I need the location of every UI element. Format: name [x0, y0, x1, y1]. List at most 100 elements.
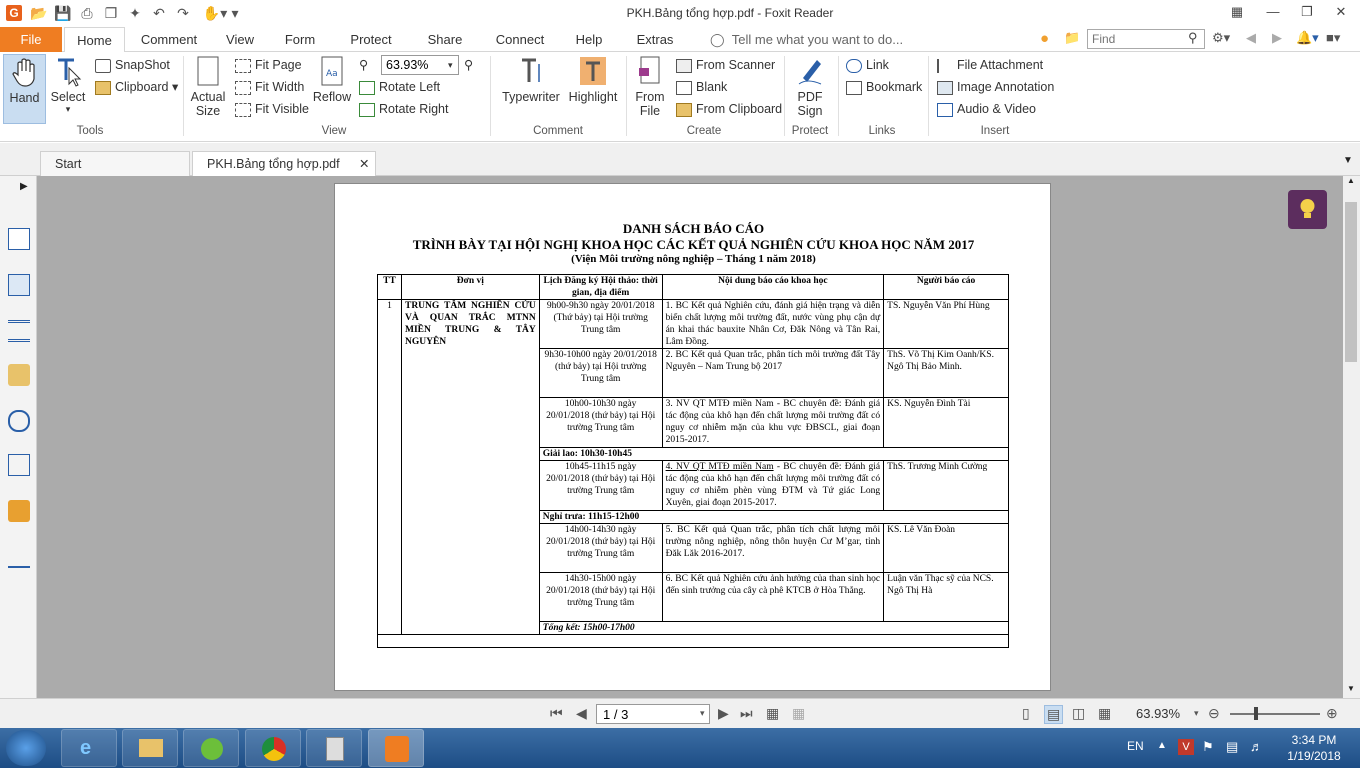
zoom-out-icon[interactable]: ⊖ — [1208, 705, 1220, 722]
fit-page-button[interactable]: Fit Page — [235, 55, 302, 75]
continuous-page-icon[interactable]: ▤ — [1044, 705, 1064, 724]
tab-current-document[interactable]: PKH.Bảng tổng hợp.pdf ✕ — [192, 151, 376, 176]
scroll-up-icon[interactable]: ▲ — [1347, 176, 1355, 185]
smile-icon[interactable]: ● — [1040, 30, 1049, 47]
link-button[interactable]: Link — [846, 55, 889, 75]
gear-icon[interactable]: ⚙▾ — [1212, 30, 1230, 46]
from-clipboard-button[interactable]: From Clipboard — [676, 99, 782, 119]
previous-page-icon[interactable]: ◀ — [576, 705, 587, 722]
tray-network-icon[interactable]: ▤ — [1226, 739, 1238, 755]
comments-icon[interactable] — [8, 364, 30, 386]
close-tab-icon[interactable]: ✕ — [359, 152, 369, 176]
actual-size-button[interactable]: Actual Size — [188, 54, 228, 124]
clipboard-button[interactable]: Clipboard ▾ — [95, 77, 178, 97]
from-scanner-button[interactable]: From Scanner — [676, 55, 775, 75]
tab-protect[interactable]: Protect — [344, 27, 398, 52]
tab-extras[interactable]: Extras — [630, 27, 680, 52]
tell-me-box[interactable]: ◯ Tell me what you want to do... — [710, 27, 903, 52]
user-icon[interactable]: ■▾ — [1326, 30, 1340, 46]
calculator-icon[interactable] — [306, 729, 362, 767]
zoom-out-button[interactable]: ⚲ — [359, 55, 368, 75]
blank-button[interactable]: Blank — [676, 77, 727, 97]
document-viewer[interactable]: DANH SÁCH BÁO CÁO TRÌNH BÀY TẠI HỘI NGHỊ… — [37, 176, 1343, 698]
tab-share[interactable]: Share — [420, 27, 470, 52]
snapshot-button[interactable]: SnapShot — [95, 55, 170, 75]
close-button[interactable]: ✕ — [1326, 2, 1356, 22]
next-page-icon[interactable]: ▶ — [718, 705, 729, 722]
start-button[interactable] — [6, 730, 46, 766]
language-indicator[interactable]: EN — [1127, 739, 1144, 753]
last-page-icon[interactable]: ⏭ — [740, 705, 753, 722]
highlight-button[interactable]: Highlight — [566, 54, 620, 124]
rotate-right-button[interactable]: Rotate Right — [359, 99, 448, 119]
search-icon[interactable]: ⚲ — [1188, 30, 1198, 46]
page-dropdown-icon[interactable]: ▾ — [700, 708, 705, 719]
certificate-icon[interactable] — [8, 546, 30, 568]
scroll-thumb[interactable] — [1345, 202, 1357, 362]
zoom-slider[interactable] — [1230, 713, 1320, 715]
clock-time[interactable]: 3:34 PM — [1284, 733, 1344, 747]
scroll-down-icon[interactable]: ▼ — [1347, 684, 1355, 693]
file-attachment-button[interactable]: File Attachment — [937, 55, 1043, 75]
tab-comment[interactable]: Comment — [136, 27, 202, 52]
bell-icon[interactable]: 🔔▾ — [1296, 30, 1319, 46]
page-number-input[interactable] — [596, 704, 710, 724]
rotate-left-button[interactable]: Rotate Left — [359, 77, 440, 97]
signature-panel-icon[interactable] — [8, 454, 30, 476]
vertical-scrollbar[interactable]: ▲ ▼ — [1343, 176, 1360, 698]
tray-flag-icon[interactable]: ⚑ — [1202, 739, 1214, 755]
reflow-button[interactable]: Aa Reflow — [311, 54, 353, 124]
zoom-in-icon[interactable]: ⊕ — [1326, 705, 1338, 722]
forward-icon[interactable]: ▶ — [1272, 30, 1282, 46]
pdf-sign-button[interactable]: PDF Sign — [790, 54, 830, 124]
expand-panel-icon[interactable]: ▶ — [20, 181, 28, 192]
stack-icon[interactable] — [8, 320, 30, 342]
hand-button[interactable]: Hand — [3, 54, 46, 124]
facing-page-icon[interactable]: ◫ — [1072, 705, 1085, 722]
foxit-reader-taskbar-icon[interactable] — [368, 729, 424, 767]
zoom-slider-thumb[interactable] — [1254, 707, 1258, 720]
tab-start[interactable]: Start — [40, 151, 190, 176]
internet-explorer-icon[interactable]: e — [61, 729, 117, 767]
clock-date[interactable]: 1/19/2018 — [1284, 749, 1344, 763]
previous-view-icon[interactable]: ▦ — [766, 705, 779, 722]
zoom-percentage[interactable]: 63.93% — [1136, 706, 1180, 721]
restore-button[interactable]: ❐ — [1292, 2, 1322, 22]
pages-icon[interactable] — [8, 228, 30, 250]
tab-view[interactable]: View — [218, 27, 262, 52]
tab-form[interactable]: Form — [278, 27, 322, 52]
lock-icon[interactable] — [8, 500, 30, 522]
audio-video-button[interactable]: Audio & Video — [937, 99, 1036, 119]
continuous-facing-icon[interactable]: ▦ — [1098, 705, 1111, 722]
from-file-button[interactable]: From File — [632, 54, 668, 124]
fit-visible-button[interactable]: Fit Visible — [235, 99, 309, 119]
tray-volume-icon[interactable]: ♬ — [1250, 739, 1263, 754]
tray-v-icon[interactable]: V — [1178, 739, 1194, 755]
zoom-in-button[interactable]: ⚲ — [464, 55, 473, 75]
file-explorer-icon[interactable] — [122, 729, 178, 767]
tab-connect[interactable]: Connect — [491, 27, 549, 52]
app-green-icon[interactable] — [183, 729, 239, 767]
zoom-dropdown-icon[interactable]: ▾ — [1194, 708, 1199, 719]
next-view-icon[interactable]: ▦ — [792, 705, 805, 722]
ribbon-display-icon[interactable]: ▦ — [1222, 2, 1252, 22]
first-page-icon[interactable]: ⏮ — [550, 705, 563, 722]
select-button[interactable]: Select ▾ — [49, 54, 87, 124]
back-icon[interactable]: ◀ — [1246, 30, 1256, 46]
minimize-button[interactable]: — — [1258, 2, 1288, 22]
typewriter-button[interactable]: Typewriter — [497, 54, 565, 124]
image-annotation-button[interactable]: Image Annotation — [937, 77, 1054, 97]
folder-search-icon[interactable]: 📁 — [1064, 30, 1080, 46]
tab-list-icon[interactable]: ▼ — [1343, 155, 1353, 166]
zoom-dropdown-icon[interactable]: ▾ — [448, 55, 453, 75]
tab-help[interactable]: Help — [569, 27, 609, 52]
fit-width-button[interactable]: Fit Width — [235, 77, 304, 97]
lightbulb-icon[interactable] — [1288, 190, 1327, 229]
attachments-icon[interactable] — [8, 410, 30, 432]
layers-icon[interactable] — [8, 274, 30, 296]
tray-expand-icon[interactable]: ▲ — [1157, 740, 1167, 751]
single-page-icon[interactable]: ▯ — [1022, 705, 1030, 722]
bookmark-button[interactable]: Bookmark — [846, 77, 922, 97]
tab-home[interactable]: Home — [64, 27, 125, 53]
file-tab[interactable]: File — [0, 27, 62, 52]
